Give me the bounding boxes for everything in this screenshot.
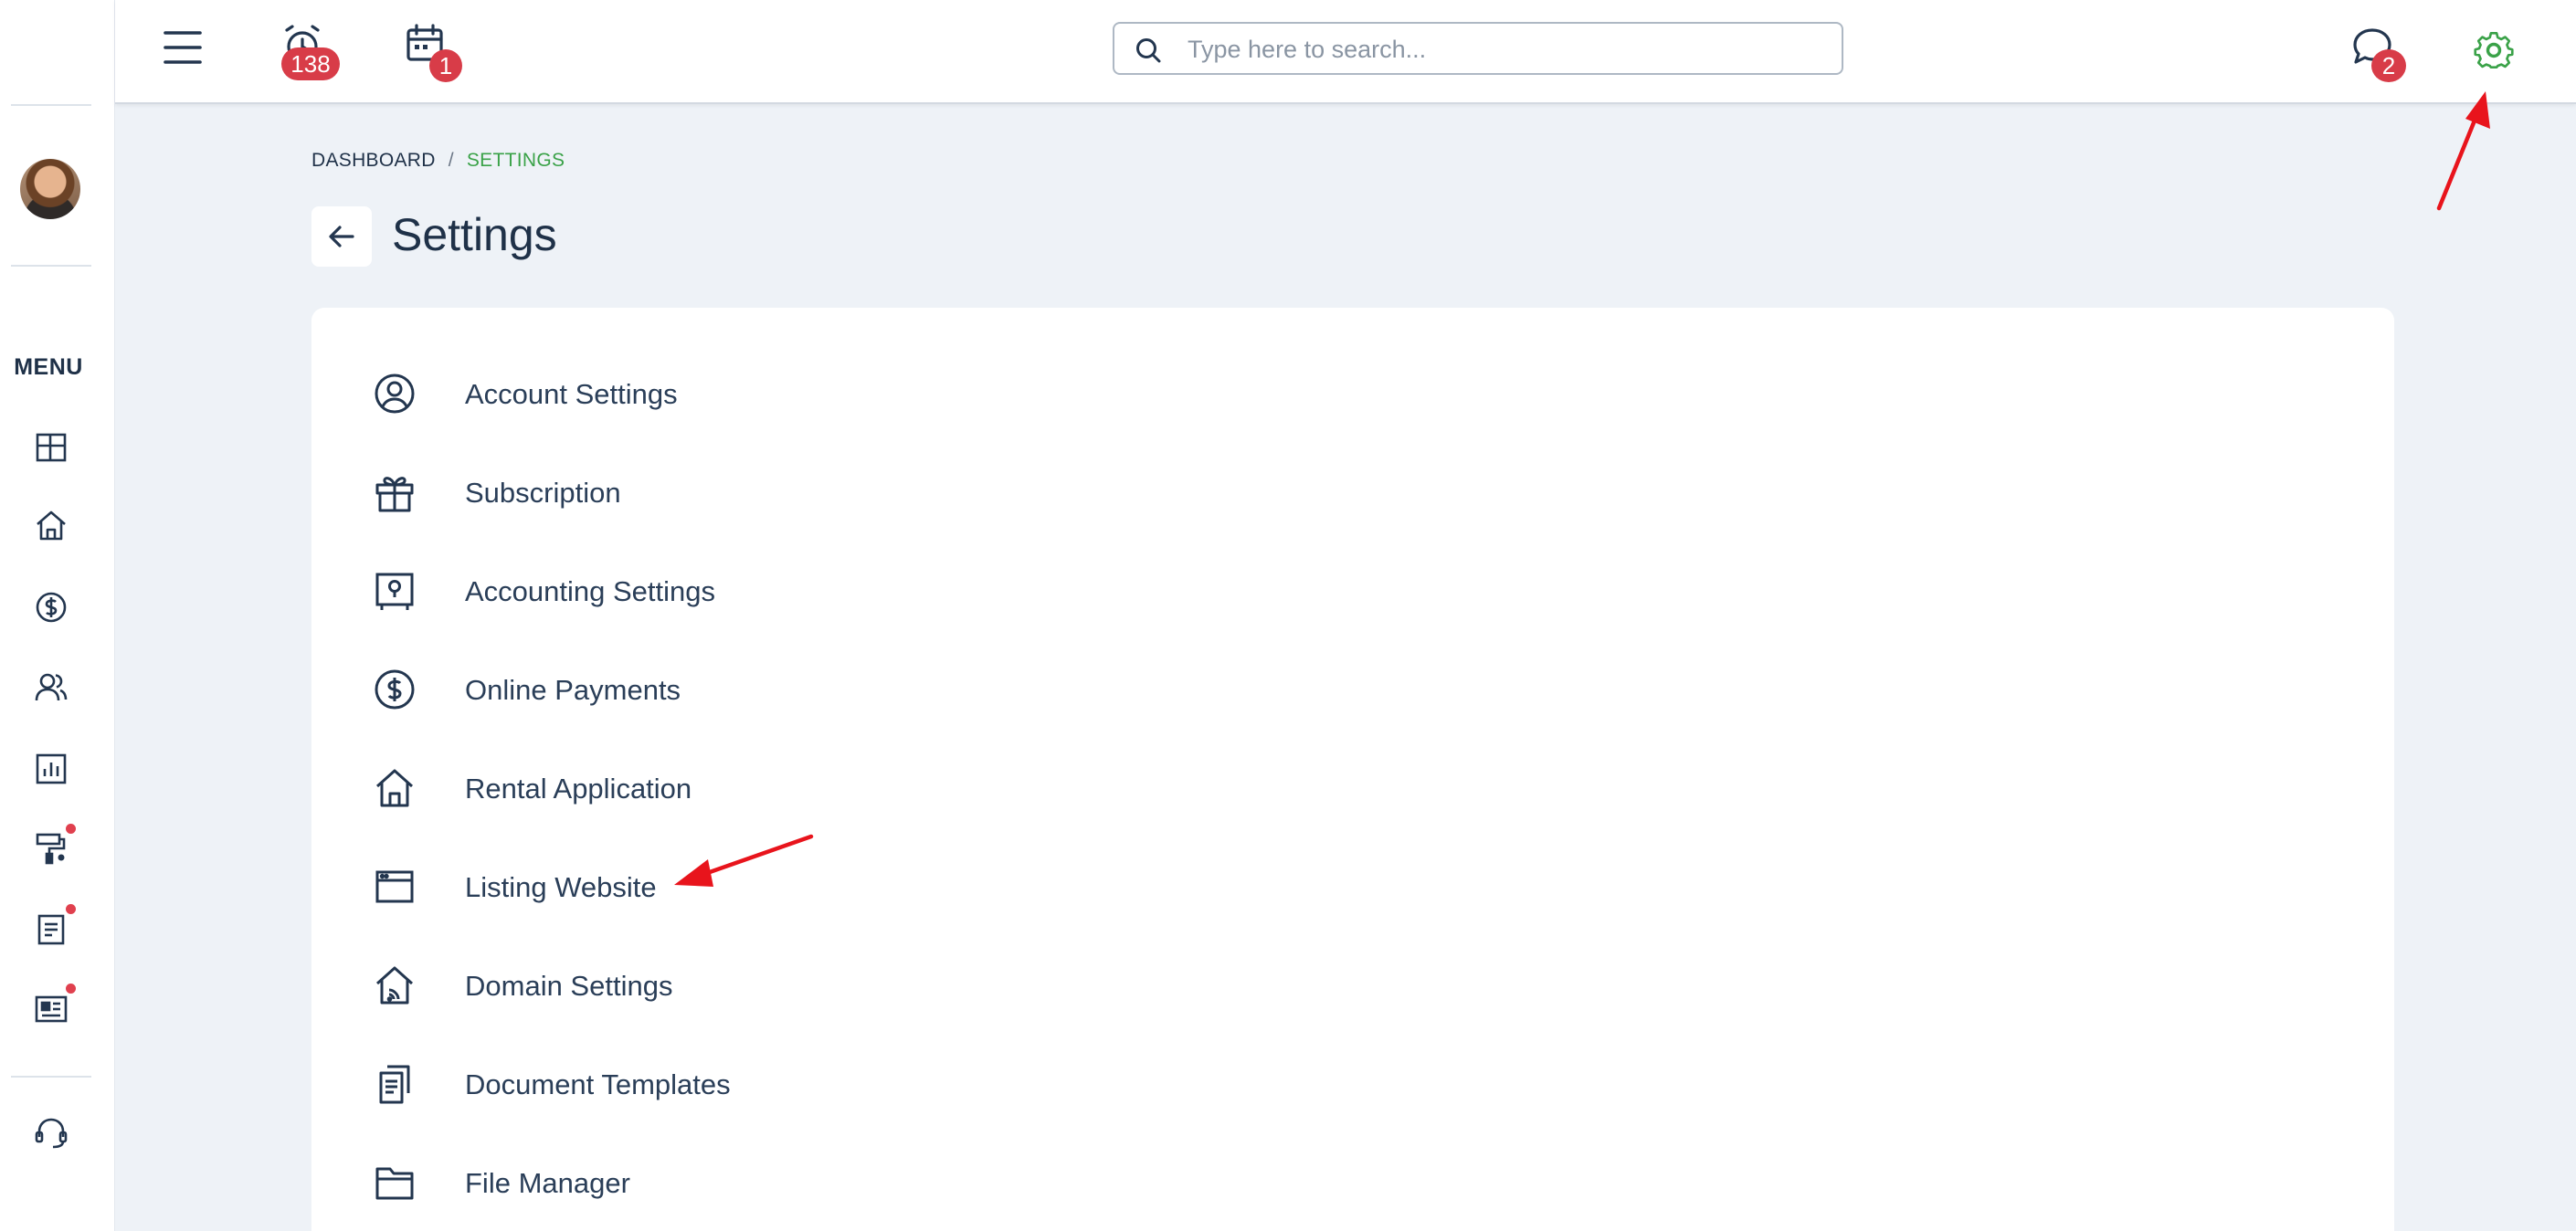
arrow-to-listing-website — [674, 834, 814, 887]
annotation-arrows — [674, 91, 2490, 887]
arrow-to-settings-gear — [2436, 91, 2490, 211]
